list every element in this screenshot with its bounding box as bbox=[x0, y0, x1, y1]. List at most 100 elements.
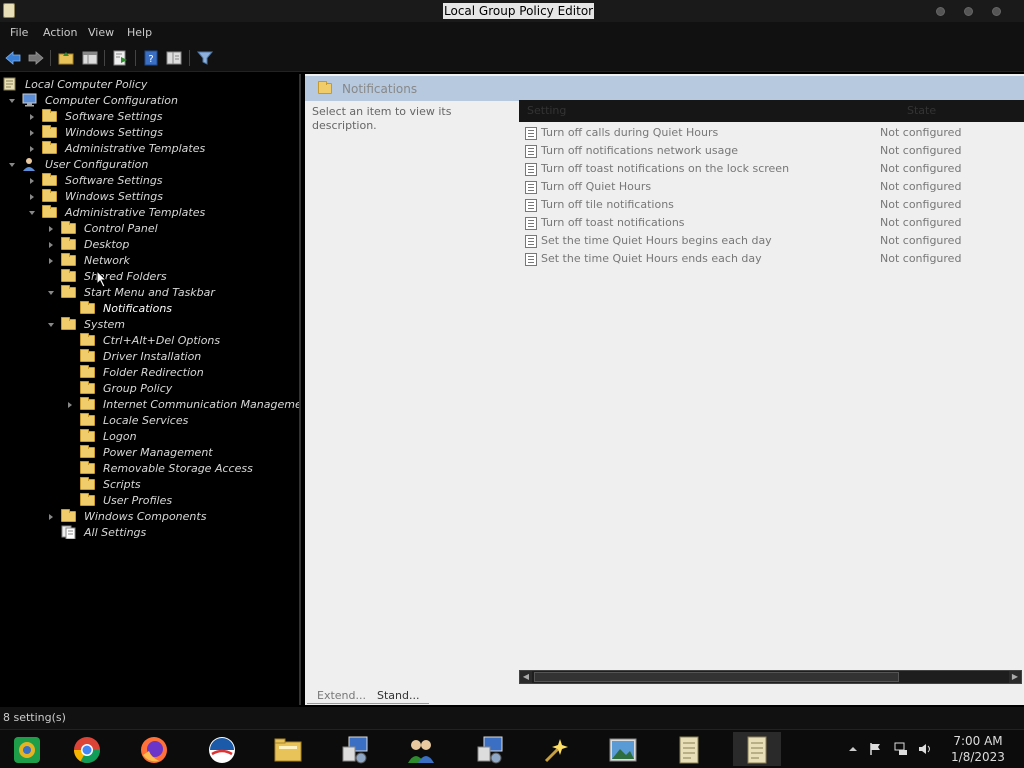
column-setting[interactable]: Setting bbox=[527, 104, 566, 117]
tree-node-logon[interactable]: Logon bbox=[0, 429, 299, 445]
chevron-down-icon[interactable] bbox=[8, 97, 16, 105]
taskbar: 7:00 AM 1/8/2023 bbox=[0, 729, 1024, 768]
tree-node-start-menu-and-taskbar[interactable]: Start Menu and Taskbar bbox=[0, 285, 299, 301]
app-launcher-icon bbox=[12, 735, 42, 765]
tree-node-local-computer-policy[interactable]: Local Computer Policy bbox=[0, 77, 299, 93]
policy-setting-icon bbox=[525, 217, 537, 230]
chevron-right-icon[interactable] bbox=[47, 241, 55, 249]
tree-node-shared-folders[interactable]: Shared Folders bbox=[0, 269, 299, 285]
tree-node-folder-redirection[interactable]: Folder Redirection bbox=[0, 365, 299, 381]
chevron-down-icon[interactable] bbox=[28, 209, 36, 217]
chevron-down-icon[interactable] bbox=[8, 161, 16, 169]
flag-icon[interactable] bbox=[868, 742, 882, 756]
taskbar-button[interactable] bbox=[599, 732, 647, 766]
clock[interactable]: 7:00 AM 1/8/2023 bbox=[946, 733, 1010, 765]
tree-node-desktop[interactable]: Desktop bbox=[0, 237, 299, 253]
taskbar-button[interactable] bbox=[466, 732, 514, 766]
column-state[interactable]: State bbox=[907, 104, 936, 117]
tree-node-ctrl-alt-del-options[interactable]: Ctrl+Alt+Del Options bbox=[0, 333, 299, 349]
tree-node-removable-storage-access[interactable]: Removable Storage Access bbox=[0, 461, 299, 477]
chevron-right-icon[interactable] bbox=[47, 225, 55, 233]
properties-icon[interactable] bbox=[165, 49, 183, 67]
filter-icon[interactable] bbox=[196, 49, 214, 67]
forward-arrow-icon[interactable] bbox=[27, 49, 45, 67]
tree-node-scripts[interactable]: Scripts bbox=[0, 477, 299, 493]
tree-node-computer-configuration[interactable]: Computer Configuration bbox=[0, 93, 299, 109]
menu-file[interactable]: File bbox=[10, 26, 28, 39]
close-button[interactable] bbox=[992, 7, 1001, 16]
description-text: Select an item to view its description. bbox=[312, 105, 452, 132]
setting-row[interactable]: Turn off calls during Quiet Hours Not con… bbox=[519, 124, 1024, 142]
show-hide-tree-icon[interactable] bbox=[81, 49, 99, 67]
taskbar-button[interactable] bbox=[397, 732, 445, 766]
taskbar-button[interactable] bbox=[3, 732, 51, 766]
tree-node-user-configuration[interactable]: User Configuration bbox=[0, 157, 299, 173]
tree-node-internet-communication-management[interactable]: Internet Communication Management bbox=[0, 397, 299, 413]
taskbar-button[interactable] bbox=[531, 732, 579, 766]
setting-row[interactable]: Turn off notifications network usage Not … bbox=[519, 142, 1024, 160]
setting-row[interactable]: Set the time Quiet Hours begins each day… bbox=[519, 232, 1024, 250]
setting-row[interactable]: Turn off toast notifications on the lock… bbox=[519, 160, 1024, 178]
setting-row[interactable]: Turn off Quiet Hours Not configured bbox=[519, 178, 1024, 196]
tab-standard[interactable]: Stand... bbox=[367, 687, 430, 704]
chevron-right-icon[interactable] bbox=[28, 145, 36, 153]
chevron-right-icon[interactable] bbox=[28, 177, 36, 185]
menu-view[interactable]: View bbox=[88, 26, 114, 39]
chevron-right-icon[interactable] bbox=[66, 401, 74, 409]
tree-node-windows-settings[interactable]: Windows Settings bbox=[0, 125, 299, 141]
tree-node-control-panel[interactable]: Control Panel bbox=[0, 221, 299, 237]
setting-row[interactable]: Turn off toast notifications Not configur… bbox=[519, 214, 1024, 232]
taskbar-button[interactable] bbox=[665, 732, 713, 766]
chevron-right-icon[interactable] bbox=[47, 257, 55, 265]
setting-state: Not configured bbox=[880, 126, 962, 139]
minimize-button[interactable] bbox=[936, 7, 945, 16]
horizontal-scrollbar[interactable]: ◀ ▶ bbox=[519, 670, 1022, 684]
setting-row[interactable]: Set the time Quiet Hours ends each day No… bbox=[519, 250, 1024, 268]
tree-node-label: User Configuration bbox=[45, 158, 149, 171]
chevron-up-icon[interactable] bbox=[846, 742, 860, 756]
scroll-right-button[interactable]: ▶ bbox=[1009, 671, 1021, 683]
tree-node-software-settings[interactable]: Software Settings bbox=[0, 173, 299, 189]
tree-node-locale-services[interactable]: Locale Services bbox=[0, 413, 299, 429]
setting-row[interactable]: Turn off tile notifications Not configure… bbox=[519, 196, 1024, 214]
taskbar-button[interactable] bbox=[733, 732, 781, 766]
menu-action[interactable]: Action bbox=[43, 26, 77, 39]
chevron-right-icon[interactable] bbox=[28, 193, 36, 201]
tree-node-all-settings[interactable]: All Settings bbox=[0, 525, 299, 541]
tree-node-software-settings[interactable]: Software Settings bbox=[0, 109, 299, 125]
taskbar-button[interactable] bbox=[130, 732, 178, 766]
help-icon[interactable]: ? bbox=[142, 49, 160, 67]
scroll-left-button[interactable]: ◀ bbox=[520, 671, 532, 683]
chevron-right-icon[interactable] bbox=[28, 113, 36, 121]
tree-node-user-profiles[interactable]: User Profiles bbox=[0, 493, 299, 509]
chevron-right-icon[interactable] bbox=[28, 129, 36, 137]
export-list-icon[interactable] bbox=[111, 49, 129, 67]
chevron-right-icon[interactable] bbox=[47, 513, 55, 521]
taskbar-button[interactable] bbox=[198, 732, 246, 766]
tree-node-windows-settings[interactable]: Windows Settings bbox=[0, 189, 299, 205]
taskbar-button[interactable] bbox=[63, 732, 111, 766]
tree-node-driver-installation[interactable]: Driver Installation bbox=[0, 349, 299, 365]
volume-icon[interactable] bbox=[918, 742, 932, 756]
up-folder-icon[interactable] bbox=[57, 49, 75, 67]
tree-node-administrative-templates[interactable]: Administrative Templates bbox=[0, 141, 299, 157]
taskbar-button[interactable] bbox=[264, 732, 312, 766]
taskbar-button[interactable] bbox=[331, 732, 379, 766]
tree-node-administrative-templates[interactable]: Administrative Templates bbox=[0, 205, 299, 221]
network-icon[interactable] bbox=[894, 742, 908, 756]
tree-node-power-management[interactable]: Power Management bbox=[0, 445, 299, 461]
back-arrow-icon[interactable] bbox=[4, 49, 22, 67]
tree-node-network[interactable]: Network bbox=[0, 253, 299, 269]
tree-node-label: User Profiles bbox=[103, 494, 173, 507]
tab-extended[interactable]: Extend... bbox=[307, 687, 376, 704]
tree-node-windows-components[interactable]: Windows Components bbox=[0, 509, 299, 525]
setting-state: Not configured bbox=[880, 144, 962, 157]
tree-node-system[interactable]: System bbox=[0, 317, 299, 333]
tree-node-group-policy[interactable]: Group Policy bbox=[0, 381, 299, 397]
scroll-thumb[interactable] bbox=[534, 672, 899, 682]
tree-node-notifications[interactable]: Notifications bbox=[0, 301, 299, 317]
chevron-down-icon[interactable] bbox=[47, 321, 55, 329]
maximize-button[interactable] bbox=[964, 7, 973, 16]
menu-help[interactable]: Help bbox=[127, 26, 152, 39]
chevron-down-icon[interactable] bbox=[47, 289, 55, 297]
